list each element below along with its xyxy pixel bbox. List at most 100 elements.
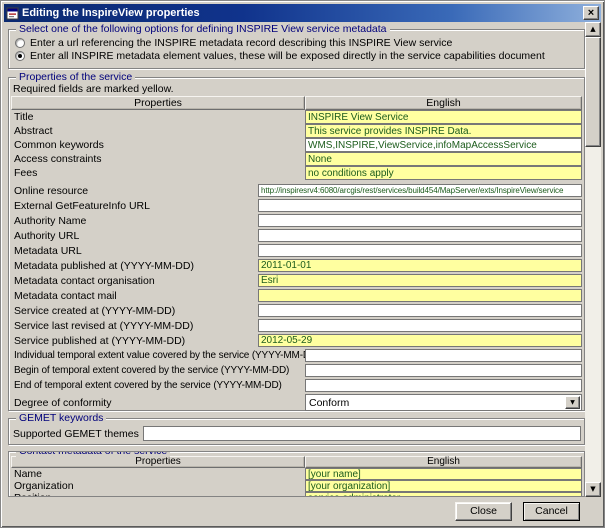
property-row-authority-name: Authority Name	[11, 214, 582, 227]
getfeatureinfo-url-input[interactable]	[258, 199, 582, 212]
fees-input[interactable]	[305, 166, 582, 180]
property-label: Common keywords	[11, 139, 305, 151]
property-label: Access constraints	[11, 153, 305, 165]
property-row-service-published: Service published at (YYYY-MM-DD)	[11, 334, 582, 347]
end-temporal-extent-input[interactable]	[305, 379, 582, 392]
inspire-view-properties-dialog: Editing the InspireView properties × Sel…	[0, 0, 605, 528]
property-label: Service published at (YYYY-MM-DD)	[11, 335, 258, 347]
contact-name-input[interactable]	[305, 468, 582, 480]
scroll-down-button[interactable]: ▼	[585, 482, 601, 497]
property-label: Name	[11, 468, 305, 480]
service-created-input[interactable]	[258, 304, 582, 317]
property-row-common-keywords: Common keywords	[11, 138, 582, 152]
title-input[interactable]	[305, 110, 582, 124]
contact-metadata-group-title: Contact metadata of the service	[16, 451, 170, 457]
chevron-down-icon[interactable]: ▼	[565, 396, 580, 409]
gemet-themes-label: Supported GEMET themes	[12, 428, 143, 440]
contact-row-organization: Organization	[11, 480, 582, 492]
property-label: Organization	[11, 480, 305, 492]
access-constraints-input[interactable]	[305, 152, 582, 166]
property-label: Position	[11, 492, 305, 497]
property-label: End of temporal extent covered by the se…	[11, 380, 305, 391]
metadata-options-group-title: Select one of the following options for …	[16, 23, 390, 35]
property-label: Service last revised at (YYYY-MM-DD)	[11, 320, 258, 332]
authority-url-input[interactable]	[258, 229, 582, 242]
contact-row-position: Position	[11, 492, 582, 497]
property-row-getfeatureinfo-url: External GetFeatureInfo URL	[11, 199, 582, 212]
app-icon	[6, 7, 19, 20]
property-label: Metadata contact mail	[11, 290, 258, 302]
required-fields-note: Required fields are marked yellow.	[11, 83, 582, 96]
conformity-selected-value: Conform	[306, 397, 565, 409]
property-label: Individual temporal extent value covered…	[11, 350, 305, 361]
property-row-online-resource: Online resource	[11, 184, 582, 197]
property-label: Metadata URL	[11, 245, 258, 257]
property-label: Begin of temporal extent covered by the …	[11, 365, 305, 376]
property-label: Title	[11, 111, 305, 123]
radio-option-url-label: Enter a url referencing the INSPIRE meta…	[30, 37, 452, 49]
property-row-individual-temporal-extent: Individual temporal extent value covered…	[11, 349, 582, 362]
property-row-service-created: Service created at (YYYY-MM-DD)	[11, 304, 582, 317]
close-button[interactable]: Close	[455, 502, 512, 521]
cancel-button[interactable]: Cancel	[523, 502, 580, 521]
contact-metadata-group: Contact metadata of the service Properti…	[8, 451, 585, 497]
begin-temporal-extent-input[interactable]	[305, 364, 582, 377]
property-row-metadata-contact-mail: Metadata contact mail	[11, 289, 582, 302]
metadata-contact-mail-input[interactable]	[258, 289, 582, 302]
window-title: Editing the InspireView properties	[22, 7, 583, 19]
scrollbar-thumb[interactable]	[585, 37, 601, 147]
gemet-themes-input[interactable]	[143, 426, 581, 441]
property-label: Online resource	[11, 185, 258, 197]
service-published-input[interactable]	[258, 334, 582, 347]
radio-option-url[interactable]: Enter a url referencing the INSPIRE meta…	[13, 36, 580, 49]
radio-button[interactable]	[15, 38, 25, 48]
close-icon[interactable]: ×	[583, 6, 599, 20]
property-row-degree-of-conformity: Degree of conformity Conform ▼	[11, 394, 582, 411]
contact-table-header: Properties English	[11, 456, 582, 468]
property-label: Service created at (YYYY-MM-DD)	[11, 305, 258, 317]
radio-option-values[interactable]: Enter all INSPIRE metadata element value…	[13, 49, 580, 62]
property-label: Authority Name	[11, 215, 258, 227]
service-properties-group: Properties of the service Required field…	[8, 77, 585, 411]
metadata-options-group: Select one of the following options for …	[8, 29, 585, 69]
metadata-url-input[interactable]	[258, 244, 582, 257]
title-bar[interactable]: Editing the InspireView properties ×	[4, 4, 601, 22]
property-label: Abstract	[11, 125, 305, 137]
metadata-published-input[interactable]	[258, 259, 582, 272]
radio-option-values-label: Enter all INSPIRE metadata element value…	[30, 50, 545, 62]
service-last-revised-input[interactable]	[258, 319, 582, 332]
scrollbar-track[interactable]	[585, 37, 601, 482]
column-header-properties: Properties	[11, 96, 305, 110]
metadata-contact-organisation-input[interactable]	[258, 274, 582, 287]
property-row-service-last-revised: Service last revised at (YYYY-MM-DD)	[11, 319, 582, 332]
common-keywords-input[interactable]	[305, 138, 582, 152]
property-row-end-temporal-extent: End of temporal extent covered by the se…	[11, 379, 582, 392]
property-label: Metadata contact organisation	[11, 275, 258, 287]
scroll-up-button[interactable]: ▲	[585, 22, 601, 37]
property-row-metadata-published: Metadata published at (YYYY-MM-DD)	[11, 259, 582, 272]
contact-organization-input[interactable]	[305, 480, 582, 492]
property-label: Authority URL	[11, 230, 258, 242]
property-label: External GetFeatureInfo URL	[11, 200, 258, 212]
online-resource-input[interactable]	[258, 184, 582, 197]
contact-position-input[interactable]	[305, 492, 582, 497]
authority-name-input[interactable]	[258, 214, 582, 227]
radio-button[interactable]	[15, 51, 25, 61]
scroll-up-icon: ▲	[590, 26, 595, 33]
scroll-down-icon: ▼	[590, 486, 595, 493]
column-header-properties: Properties	[11, 456, 305, 468]
property-label: Metadata published at (YYYY-MM-DD)	[11, 260, 258, 272]
vertical-scrollbar[interactable]: ▲ ▼	[585, 22, 601, 497]
property-row-access-constraints: Access constraints	[11, 152, 582, 166]
service-properties-group-title: Properties of the service	[16, 71, 135, 83]
property-row-fees: Fees	[11, 166, 582, 180]
conformity-dropdown[interactable]: Conform ▼	[305, 394, 582, 411]
individual-temporal-extent-input[interactable]	[305, 349, 582, 362]
property-row-metadata-contact-organisation: Metadata contact organisation	[11, 274, 582, 287]
property-row-abstract: Abstract	[11, 124, 582, 138]
property-row-authority-url: Authority URL	[11, 229, 582, 242]
property-row-begin-temporal-extent: Begin of temporal extent covered by the …	[11, 364, 582, 377]
abstract-input[interactable]	[305, 124, 582, 138]
dialog-body: Select one of the following options for …	[4, 22, 601, 497]
gemet-keywords-group: GEMET keywords Supported GEMET themes	[8, 418, 585, 445]
